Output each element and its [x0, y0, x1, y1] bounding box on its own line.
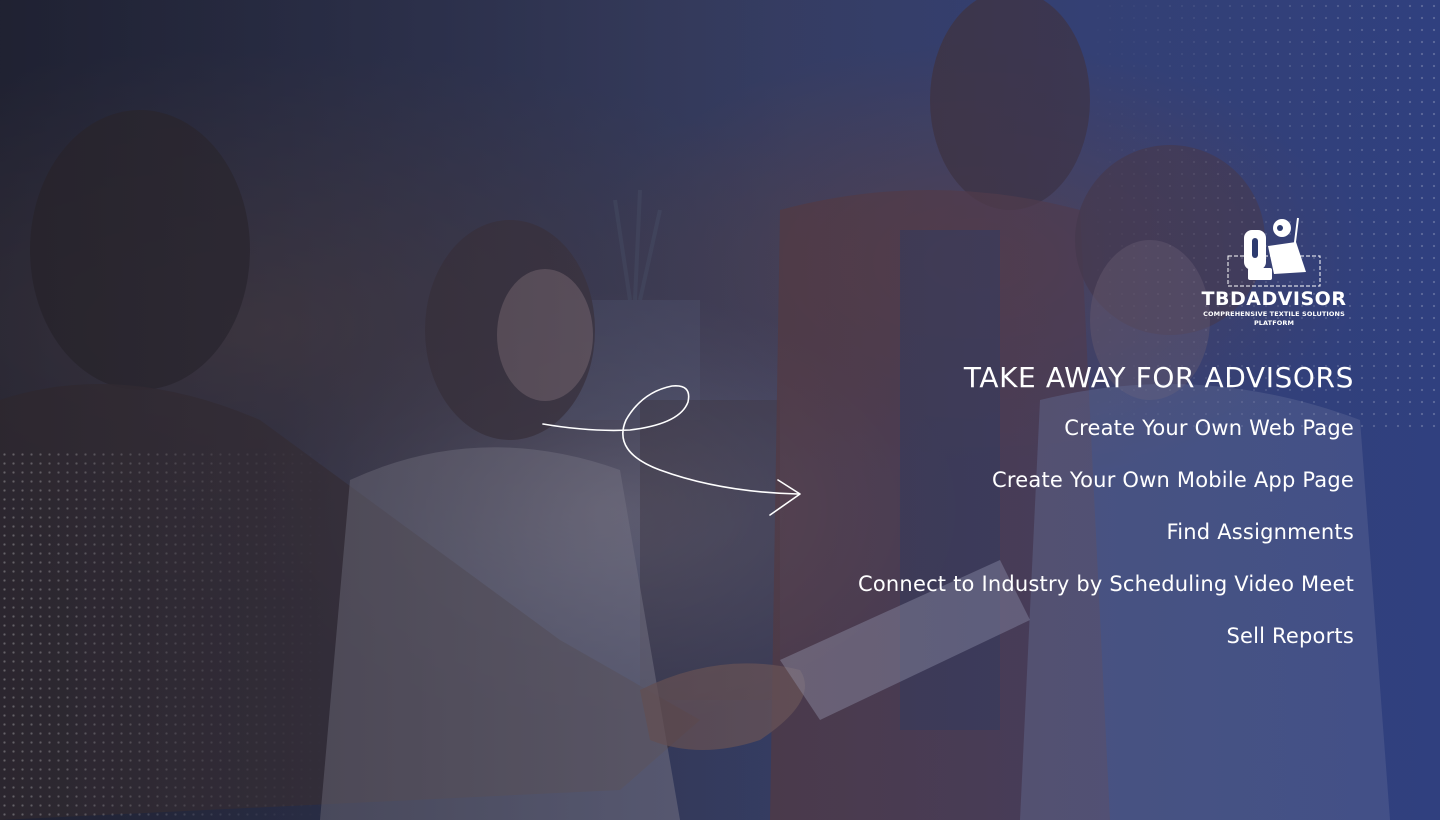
- brand-name: TBDADVISOR: [1201, 288, 1347, 310]
- list-item: Create Your Own Web Page: [1064, 416, 1354, 440]
- list-item: Find Assignments: [1166, 520, 1354, 544]
- takeaway-list: Create Your Own Web Page Create Your Own…: [858, 414, 1354, 650]
- list-item: Create Your Own Mobile App Page: [992, 468, 1354, 492]
- hero-banner: TBDADVISOR COMPREHENSIVE TEXTILE SOLUTIO…: [0, 0, 1440, 820]
- brand-tagline: COMPREHENSIVE TEXTILE SOLUTIONS PLATFORM: [1203, 310, 1345, 327]
- section-heading: TAKE AWAY FOR ADVISORS: [963, 361, 1354, 394]
- tailor-emblem-icon: [1227, 217, 1321, 287]
- list-item: Connect to Industry by Scheduling Video …: [858, 572, 1354, 596]
- takeaway-section: TAKE AWAY FOR ADVISORS Create Your Own W…: [858, 358, 1354, 674]
- dot-pattern-left: [0, 450, 330, 820]
- list-item: Sell Reports: [1226, 624, 1354, 648]
- brand-logo: TBDADVISOR COMPREHENSIVE TEXTILE SOLUTIO…: [1194, 216, 1354, 328]
- curly-arrow-icon: [542, 385, 801, 516]
